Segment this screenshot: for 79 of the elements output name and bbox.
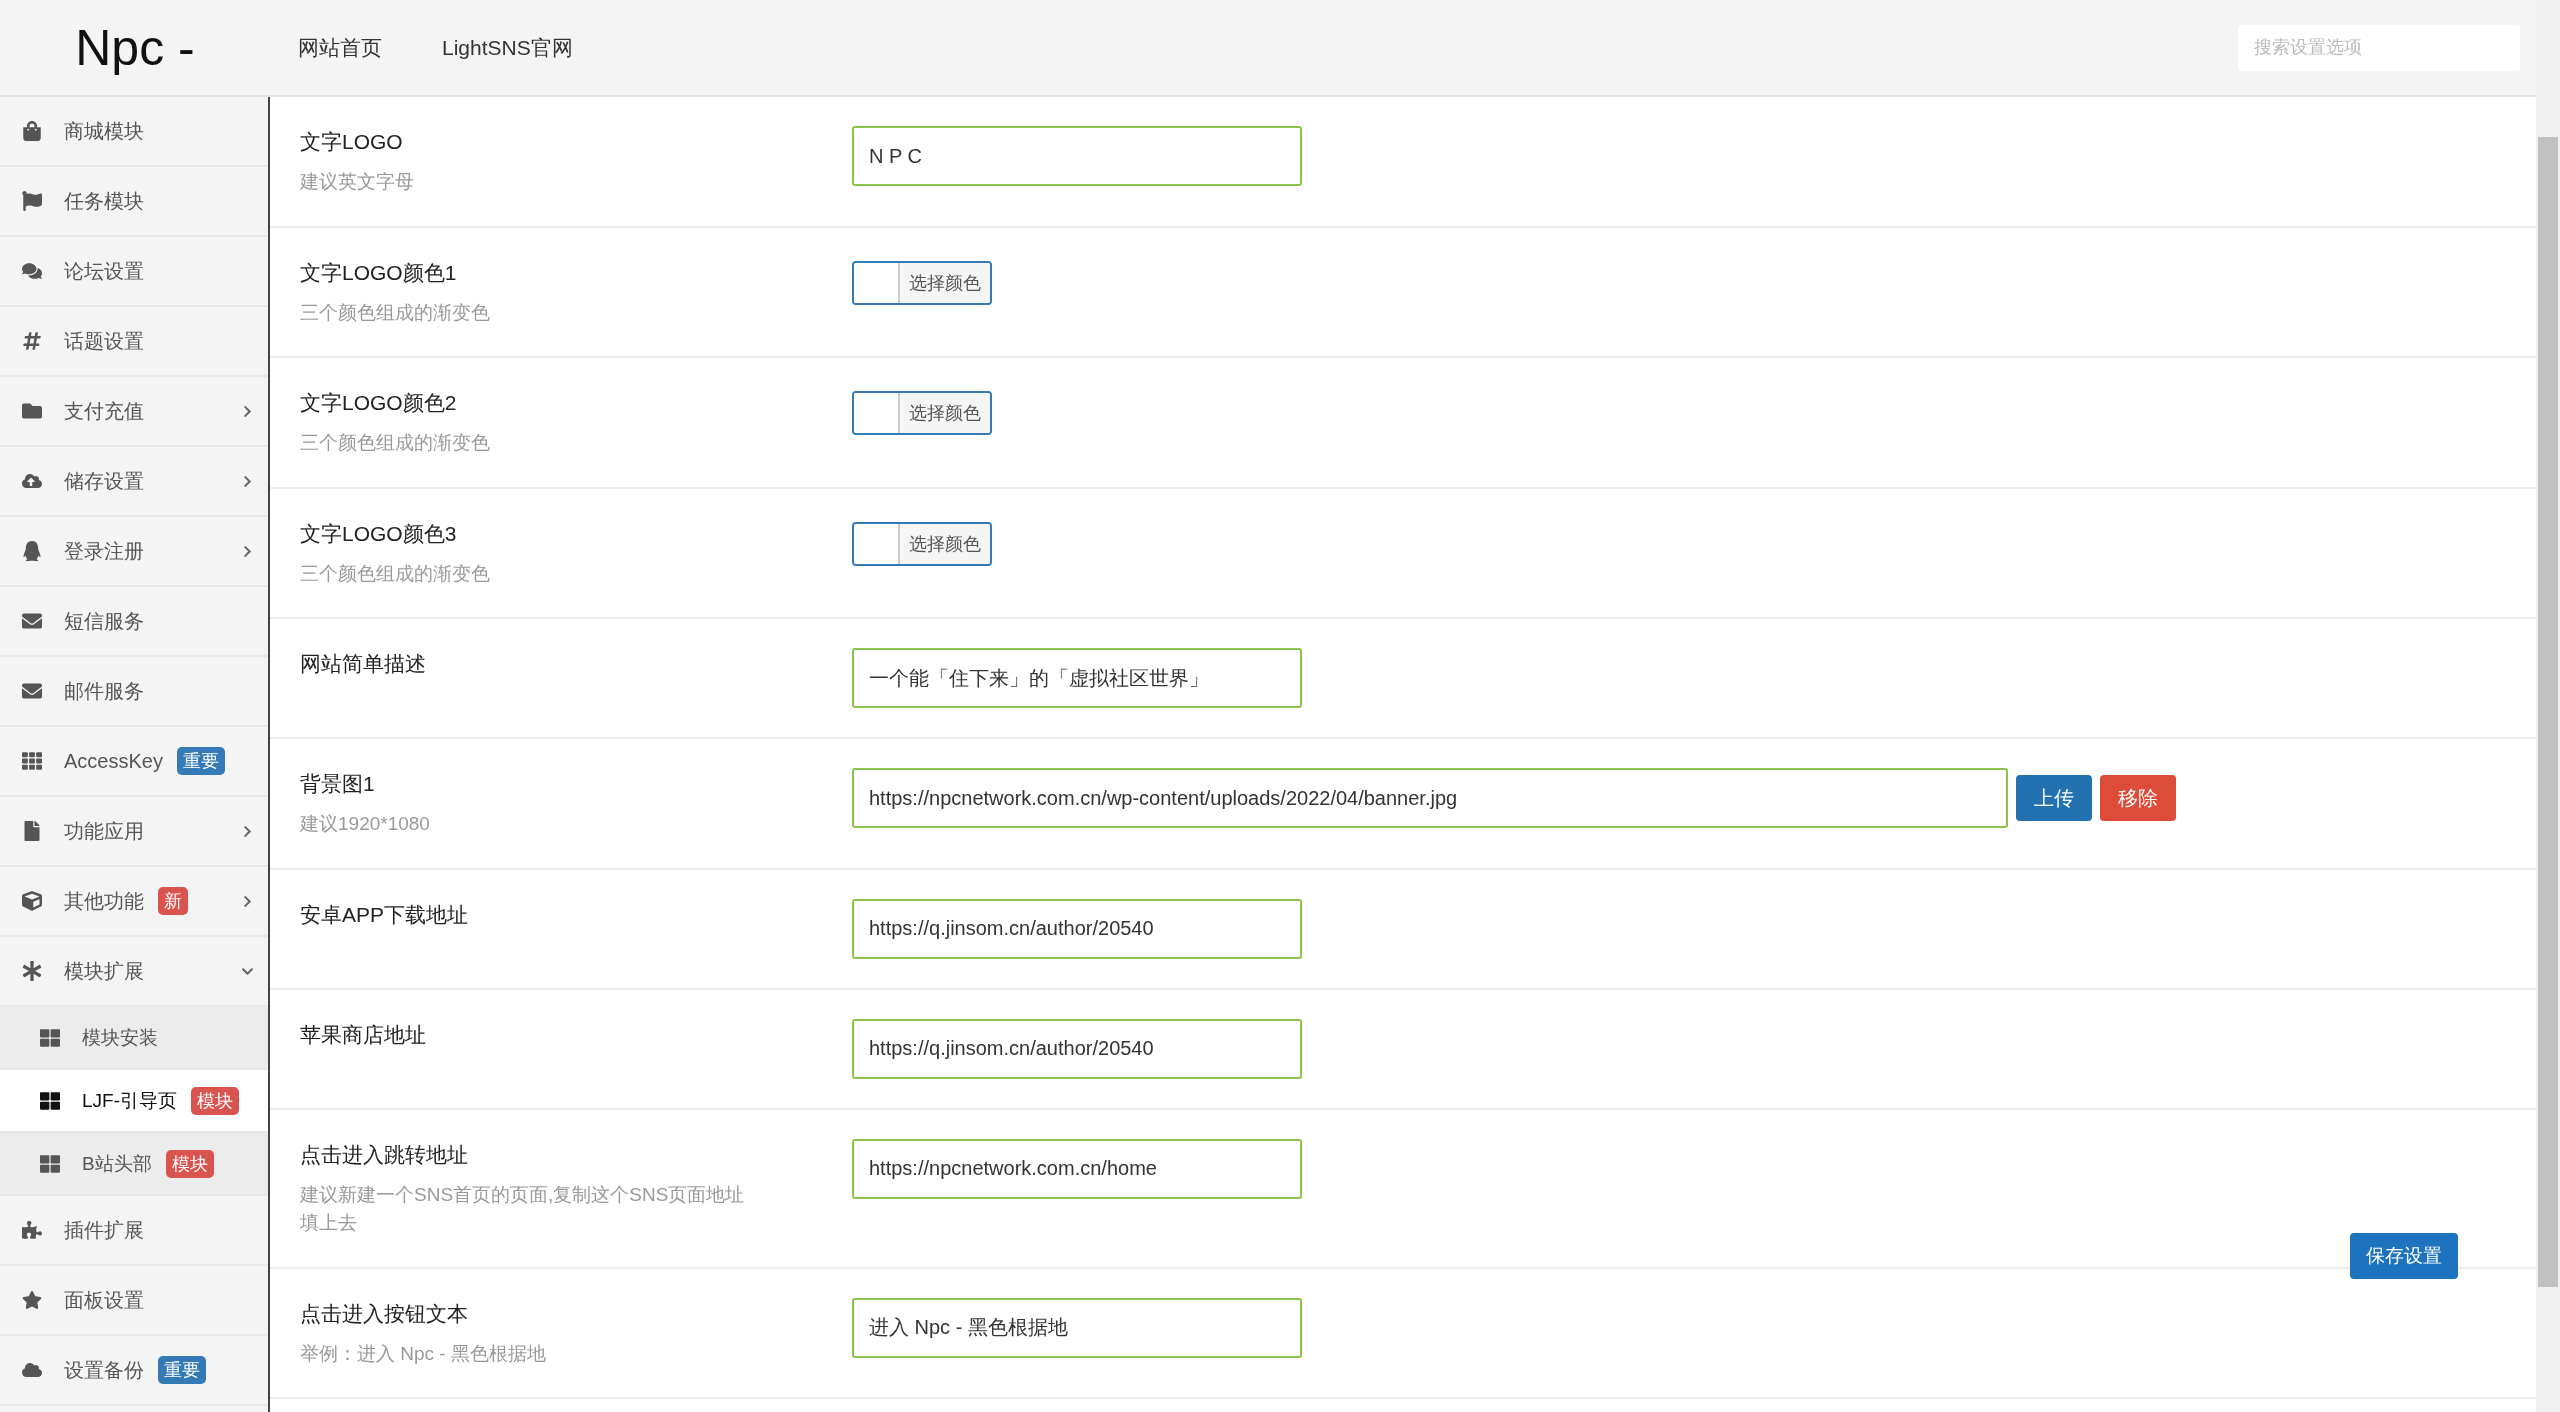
sidebar-label: 商城模块: [64, 118, 144, 144]
text-field[interactable]: 进入 Npc - 黑色根据地: [852, 1297, 1302, 1358]
sidebar-label: 插件扩展: [64, 1217, 144, 1243]
setting-hint: 举例：进入 Npc - 黑色根据地: [300, 1341, 547, 1366]
color-picker[interactable]: 选择颜色: [852, 521, 992, 566]
color-picker[interactable]: 选择颜色: [852, 260, 992, 305]
sidebar-label: 话题设置: [64, 328, 144, 354]
site-logo: Npc -: [74, 18, 196, 77]
color-picker[interactable]: 选择颜色: [852, 391, 992, 435]
sidebar-label: 面板设置: [64, 1287, 144, 1313]
setting-label: 苹果商店地址: [300, 1021, 427, 1048]
sidebar-label: 模块扩展: [64, 958, 144, 984]
shopping-bag-icon: [22, 121, 44, 141]
star-icon: [22, 1290, 44, 1310]
setting-label: 文字LOGO颜色3: [300, 520, 458, 547]
remove-button[interactable]: 移除: [2100, 775, 2176, 821]
setting-label: 点击进入按钮文本: [300, 1300, 469, 1327]
setting-hint: 三个颜色组成的渐变色: [300, 300, 491, 325]
sidebar-label: 其他功能: [64, 888, 144, 914]
sidebar-label: B站头部: [82, 1151, 152, 1176]
text-field[interactable]: https://q.jinsom.cn/author/20540: [852, 898, 1302, 959]
setting-label: 文字LOGO: [300, 129, 404, 155]
asterisk-icon: [22, 961, 44, 981]
setting-hint: 建议英文字母: [300, 170, 415, 194]
flag-icon: [22, 191, 44, 211]
setting-label: 文字LOGO颜色1: [300, 259, 458, 286]
setting-hint: 三个颜色组成的渐变色: [300, 561, 491, 586]
sidebar-label: LJF-引导页: [82, 1088, 177, 1113]
setting-hint: 建议新建一个SNS首页的页面,复制这个SNS页面地址填上去: [300, 1182, 746, 1235]
search-field[interactable]: 搜索设置选项: [2238, 24, 2520, 71]
sidebar-label: 邮件服务: [64, 678, 144, 704]
label-badge: 重要: [158, 1356, 206, 1384]
sidebar-label: 任务模块: [64, 188, 144, 214]
grid-icon: [40, 1090, 62, 1111]
sidebar-label: 设置备份: [64, 1357, 144, 1383]
text-field[interactable]: https://q.jinsom.cn/author/20540: [852, 1018, 1302, 1079]
label-badge: 模块: [165, 1149, 214, 1178]
sidebar-subitem[interactable]: LJF-引导页 模块: [0, 1070, 268, 1133]
sidebar-label: 储存设置: [64, 468, 144, 494]
sidebar-label: 模块安装: [82, 1025, 158, 1050]
grid-icon: [40, 1153, 62, 1174]
text-field[interactable]: https://npcnetwork.com.cn/home: [852, 1138, 1302, 1199]
folder-icon: [22, 401, 44, 421]
grid-icon: [40, 1027, 62, 1048]
puzzle-piece-icon: [22, 1220, 44, 1240]
cloud-upload-icon: [22, 471, 44, 491]
cloud-icon: [22, 1360, 44, 1380]
cube-icon: [22, 891, 44, 911]
label-badge: 新: [158, 887, 188, 915]
sidebar-label: 支付充值: [64, 398, 144, 424]
setting-label: 点击进入跳转地址: [300, 1141, 469, 1168]
setting-hint: 建议1920*1080: [300, 812, 431, 836]
label-badge: 重要: [176, 747, 225, 775]
upload-button[interactable]: 上传: [2016, 775, 2092, 821]
sidebar-label: 论坛设置: [64, 258, 144, 284]
url-field[interactable]: https://npcnetwork.com.cn/wp-content/uploads/2022/04/banner.jpg: [852, 768, 2008, 828]
sidebar-label: AccessKey: [64, 749, 163, 773]
nav-link[interactable]: 网站首页: [298, 33, 382, 62]
scrollbar[interactable]: [2536, 0, 2560, 1412]
grid-icon: [22, 751, 44, 771]
label-badge: 模块: [191, 1086, 239, 1115]
setting-label: 网站简单描述: [300, 651, 427, 677]
text-field[interactable]: 一个能「住下来」的「虚拟社区世界」: [852, 648, 1302, 708]
save-button[interactable]: 保存设置: [2350, 1233, 2458, 1279]
setting-label: 背景图1: [300, 771, 376, 797]
setting-label: 安卓APP下载地址: [300, 901, 470, 928]
sidebar-subitem[interactable]: 模块安装: [0, 1007, 268, 1070]
chat-bubbles-icon: [22, 261, 44, 281]
envelope-icon: [22, 611, 44, 631]
sidebar-subitem[interactable]: B站头部 模块: [0, 1133, 268, 1196]
sidebar-label: 功能应用: [64, 818, 144, 844]
hashtag-icon: [22, 331, 44, 351]
sidebar-label: 登录注册: [64, 538, 144, 564]
setting-label: 文字LOGO颜色2: [300, 390, 458, 416]
text-field[interactable]: N P C: [852, 126, 1302, 186]
sidebar-label: 短信服务: [64, 608, 144, 634]
nav-link[interactable]: LightSNS官网: [442, 33, 573, 62]
envelope-icon: [22, 681, 44, 701]
setting-hint: 三个颜色组成的渐变色: [300, 431, 491, 455]
